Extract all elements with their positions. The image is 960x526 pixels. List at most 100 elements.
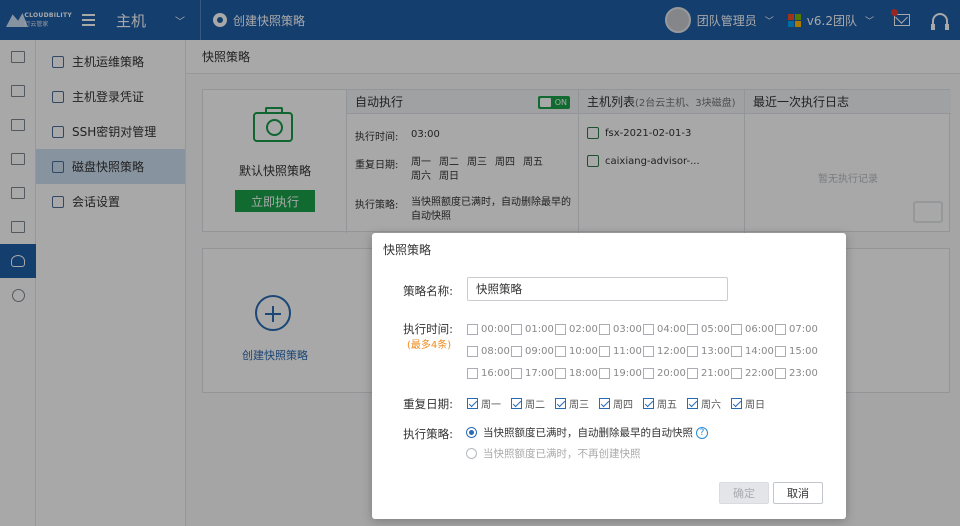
time-option[interactable]: 22:00: [731, 366, 774, 380]
time-option[interactable]: 09:00: [511, 344, 554, 358]
time-option[interactable]: 16:00: [467, 366, 510, 380]
checkbox[interactable]: [687, 345, 698, 357]
time-option[interactable]: 20:00: [643, 366, 686, 380]
checkbox[interactable]: [467, 367, 478, 379]
checkbox[interactable]: [643, 323, 654, 335]
checkbox[interactable]: [599, 323, 610, 335]
checkbox[interactable]: [555, 367, 566, 379]
time-option-label: 06:00: [745, 323, 774, 335]
checkbox[interactable]: [511, 367, 522, 379]
day-option[interactable]: 周六: [687, 396, 721, 411]
time-option-label: 03:00: [613, 323, 642, 335]
policy-option-delete-oldest[interactable]: 当快照额度已满时，自动删除最早的自动快照 ?: [466, 425, 708, 440]
day-option-label: 周三: [569, 399, 589, 411]
checkbox[interactable]: [555, 345, 566, 357]
time-option[interactable]: 04:00: [643, 322, 686, 336]
time-option[interactable]: 01:00: [511, 322, 554, 336]
policy-option-text: 当快照额度已满时，自动删除最早的自动快照: [483, 427, 693, 439]
time-option[interactable]: 21:00: [687, 366, 730, 380]
time-option[interactable]: 17:00: [511, 366, 554, 380]
time-option[interactable]: 07:00: [775, 322, 818, 336]
time-option-label: 00:00: [481, 323, 510, 335]
checkbox[interactable]: [511, 397, 522, 409]
radio-unselected[interactable]: [466, 448, 477, 459]
repeat-date-label: 重复日期:: [403, 397, 453, 411]
day-option[interactable]: 周三: [555, 396, 589, 411]
time-option-label: 18:00: [569, 367, 598, 379]
time-option[interactable]: 15:00: [775, 344, 818, 358]
time-option[interactable]: 12:00: [643, 344, 686, 358]
policy-option-stop-creating[interactable]: 当快照额度已满时，不再创建快照: [466, 446, 641, 461]
time-option-label: 10:00: [569, 345, 598, 357]
day-option[interactable]: 周五: [643, 396, 677, 411]
policy-name-input[interactable]: [467, 277, 728, 301]
time-option-label: 14:00: [745, 345, 774, 357]
time-option[interactable]: 03:00: [599, 322, 642, 336]
checkbox[interactable]: [555, 323, 566, 335]
time-option[interactable]: 18:00: [555, 366, 598, 380]
checkbox[interactable]: [731, 367, 742, 379]
policy-name-label: 策略名称:: [403, 284, 453, 298]
checkbox[interactable]: [643, 345, 654, 357]
checkbox[interactable]: [555, 397, 566, 409]
checkbox[interactable]: [599, 367, 610, 379]
day-option[interactable]: 周日: [731, 396, 765, 411]
time-option[interactable]: 13:00: [687, 344, 730, 358]
time-option[interactable]: 23:00: [775, 366, 818, 380]
time-option-label: 01:00: [525, 323, 554, 335]
checkbox[interactable]: [775, 323, 786, 335]
checkbox[interactable]: [731, 397, 742, 409]
snapshot-policy-dialog: 快照策略 策略名称: 执行时间: (最多4条) 重复日期: 执行策略: 当快照额…: [372, 233, 846, 519]
checkbox[interactable]: [467, 397, 478, 409]
time-option[interactable]: 11:00: [599, 344, 642, 358]
time-option[interactable]: 14:00: [731, 344, 774, 358]
time-option-label: 07:00: [789, 323, 818, 335]
checkbox[interactable]: [687, 397, 698, 409]
time-option-label: 05:00: [701, 323, 730, 335]
time-option-label: 23:00: [789, 367, 818, 379]
checkbox[interactable]: [687, 323, 698, 335]
day-option-label: 周五: [657, 399, 677, 411]
time-option-label: 08:00: [481, 345, 510, 357]
exec-time-label: 执行时间:: [403, 322, 453, 336]
checkbox[interactable]: [511, 345, 522, 357]
checkbox[interactable]: [599, 345, 610, 357]
dialog-title: 快照策略: [383, 243, 432, 257]
day-option-label: 周二: [525, 399, 545, 411]
confirm-button[interactable]: 确定: [719, 482, 769, 504]
cancel-button[interactable]: 取消: [773, 482, 823, 504]
checkbox[interactable]: [731, 345, 742, 357]
time-option[interactable]: 05:00: [687, 322, 730, 336]
time-option[interactable]: 08:00: [467, 344, 510, 358]
checkbox[interactable]: [687, 367, 698, 379]
checkbox[interactable]: [731, 323, 742, 335]
time-option-label: 20:00: [657, 367, 686, 379]
time-option-label: 13:00: [701, 345, 730, 357]
help-icon[interactable]: ?: [696, 426, 708, 439]
checkbox[interactable]: [775, 345, 786, 357]
time-option[interactable]: 10:00: [555, 344, 598, 358]
checkbox[interactable]: [643, 367, 654, 379]
checkbox[interactable]: [467, 323, 478, 335]
day-option-label: 周日: [745, 399, 765, 411]
time-option[interactable]: 02:00: [555, 322, 598, 336]
day-option[interactable]: 周一: [467, 396, 501, 411]
day-option[interactable]: 周四: [599, 396, 633, 411]
time-option[interactable]: 00:00: [467, 322, 510, 336]
exec-time-note: (最多4条): [407, 340, 452, 351]
time-option-label: 16:00: [481, 367, 510, 379]
time-option-label: 12:00: [657, 345, 686, 357]
time-option[interactable]: 19:00: [599, 366, 642, 380]
day-option-label: 周一: [481, 399, 501, 411]
time-option[interactable]: 06:00: [731, 322, 774, 336]
radio-selected[interactable]: [466, 427, 477, 438]
checkbox[interactable]: [467, 345, 478, 357]
checkbox[interactable]: [511, 323, 522, 335]
day-option[interactable]: 周二: [511, 396, 545, 411]
checkbox[interactable]: [599, 397, 610, 409]
day-option-label: 周四: [613, 399, 633, 411]
time-option-label: 09:00: [525, 345, 554, 357]
checkbox[interactable]: [643, 397, 654, 409]
time-option-label: 22:00: [745, 367, 774, 379]
checkbox[interactable]: [775, 367, 786, 379]
